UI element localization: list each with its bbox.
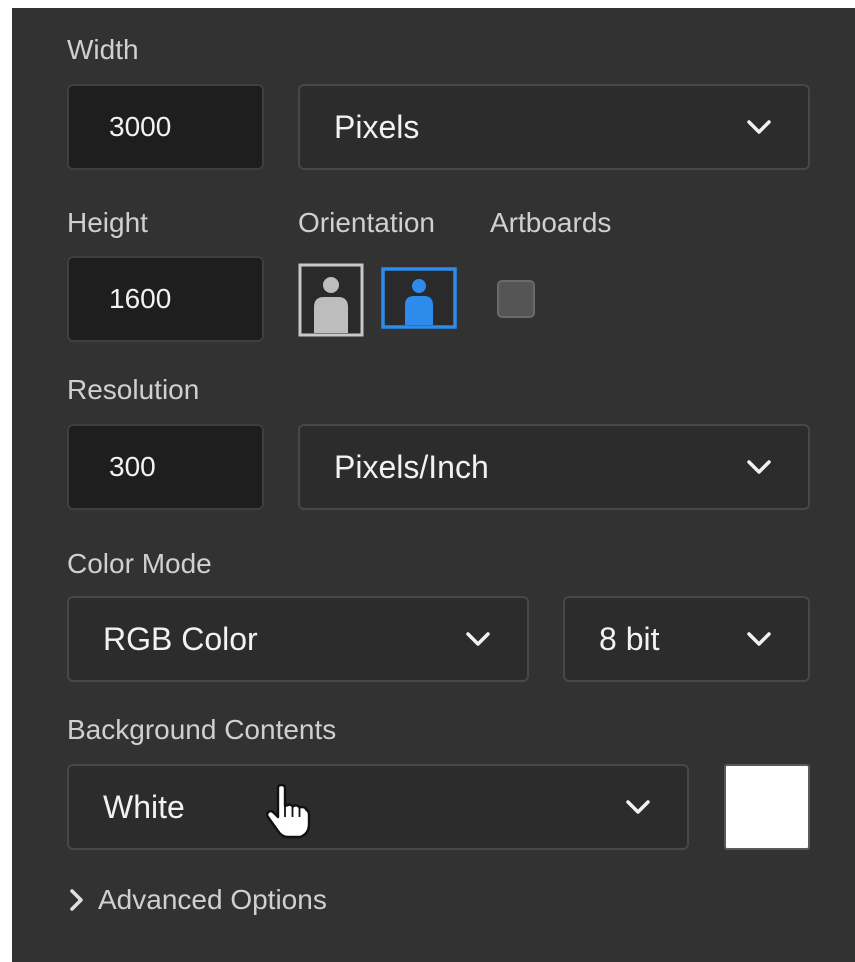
background-contents-label: Background Contents [67, 714, 337, 745]
width-unit-select[interactable]: Pixels [298, 84, 810, 170]
height-value: 1600 [109, 283, 172, 314]
advanced-options-label: Advanced Options [98, 884, 327, 915]
width-value: 3000 [109, 111, 172, 142]
resolution-unit-value: Pixels/Inch [334, 448, 489, 485]
height-label: Height [67, 207, 148, 238]
artboards-checkbox[interactable] [497, 280, 535, 318]
resolution-input[interactable]: 300 [67, 424, 264, 510]
landscape-orientation-button[interactable] [381, 267, 457, 329]
artboards-label: Artboards [490, 207, 612, 238]
document-settings-panel: Width 3000 Pixels Height Orientation Art… [12, 8, 855, 962]
color-mode-value: RGB Color [103, 620, 258, 657]
orientation-label: Orientation [298, 207, 435, 238]
resolution-unit-select[interactable]: Pixels/Inch [298, 424, 810, 510]
chevron-right-icon [70, 889, 83, 911]
background-color-swatch[interactable] [724, 764, 810, 850]
chevron-down-icon [626, 800, 650, 814]
color-mode-select[interactable]: RGB Color [67, 596, 529, 682]
chevron-down-icon [466, 632, 490, 646]
chevron-down-icon [747, 460, 771, 474]
height-input[interactable]: 1600 [67, 256, 264, 342]
background-contents-value: White [103, 788, 185, 825]
portrait-orientation-button[interactable] [298, 263, 364, 337]
chevron-down-icon [747, 632, 771, 646]
width-label: Width [67, 34, 139, 65]
portrait-orientation-icon [298, 263, 364, 337]
width-input[interactable]: 3000 [67, 84, 264, 170]
background-contents-select[interactable]: White [67, 764, 689, 850]
bit-depth-select[interactable]: 8 bit [563, 596, 810, 682]
width-unit-value: Pixels [334, 108, 420, 145]
color-mode-label: Color Mode [67, 548, 212, 579]
resolution-label: Resolution [67, 374, 200, 405]
hand-pointer-cursor-icon [265, 784, 311, 839]
advanced-options-toggle[interactable]: Advanced Options [68, 884, 327, 916]
bit-depth-value: 8 bit [599, 620, 660, 657]
resolution-value: 300 [109, 451, 156, 482]
landscape-orientation-icon [381, 267, 457, 329]
chevron-down-icon [747, 120, 771, 134]
